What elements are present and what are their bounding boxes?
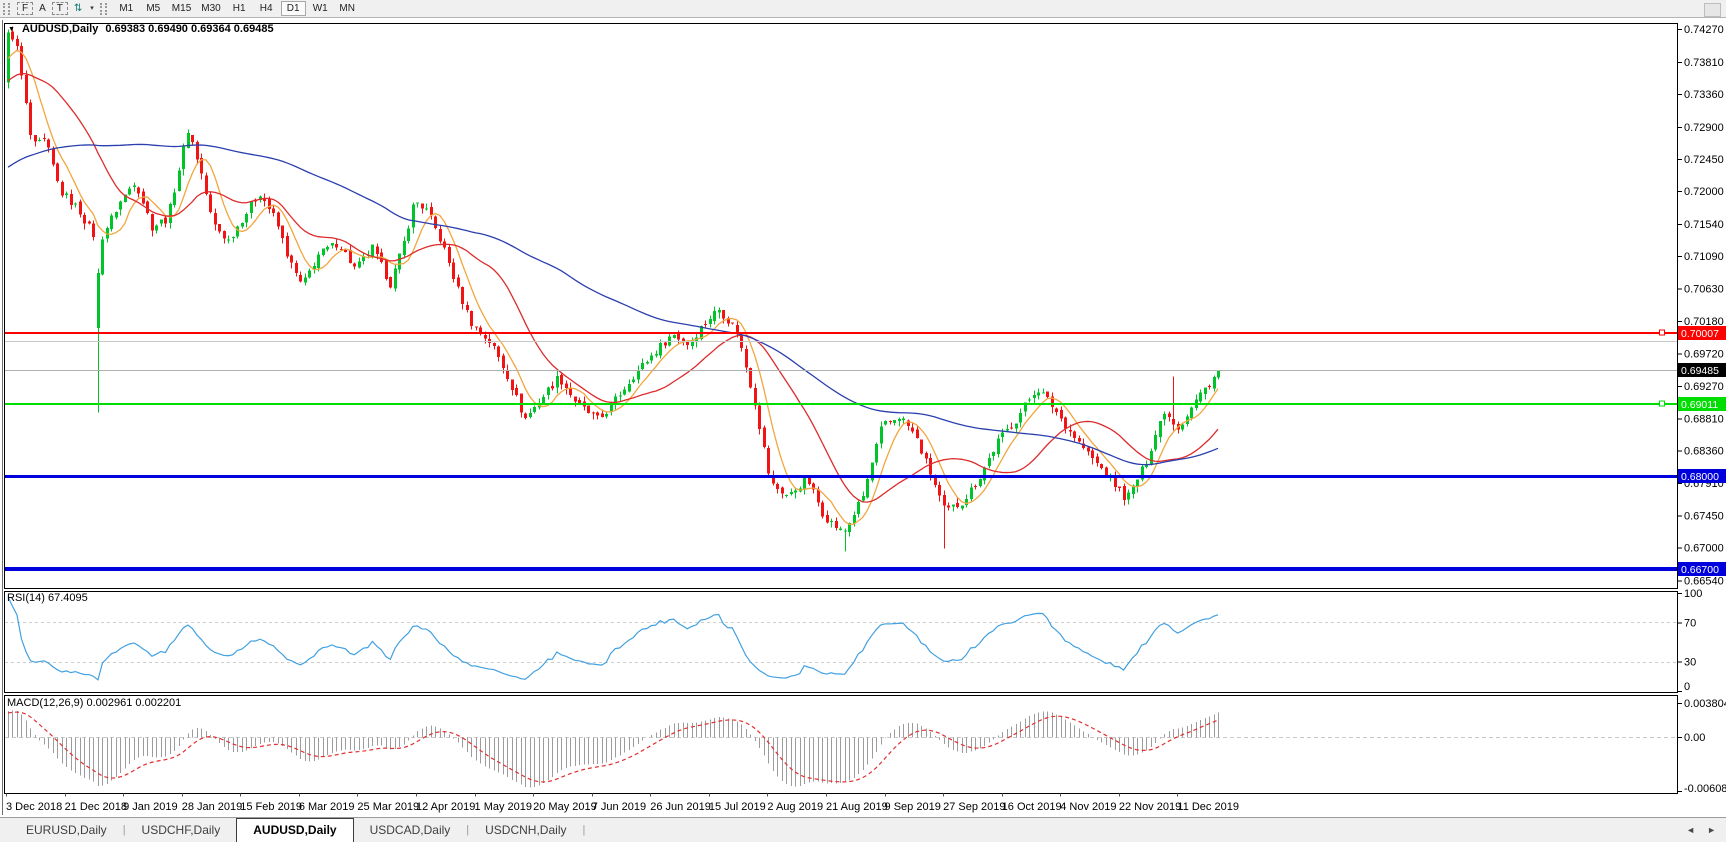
tab-usdcnh-daily[interactable]: USDCNH,Daily (469, 818, 582, 842)
chart-canvas[interactable]: 0.74270 0.73810 0.73360 0.72900 0.72450 0.720… (0, 0, 1726, 842)
tab-nav: ◄ ► (1686, 825, 1726, 835)
svg-text:21 Aug 2019: 21 Aug 2019 (826, 801, 888, 813)
tab-audusd-daily[interactable]: AUDUSD,Daily (236, 818, 353, 842)
svg-text:0.74270: 0.74270 (1684, 24, 1724, 36)
tab-separator: | (582, 824, 585, 836)
svg-text:0.66700: 0.66700 (1681, 564, 1719, 576)
svg-text:30: 30 (1684, 657, 1696, 669)
moving-averages (8, 50, 1218, 524)
symbol-tabbar: EURUSD,Daily | USDCHF,Daily AUDUSD,Daily… (0, 817, 1726, 842)
svg-text:15 Feb 2019: 15 Feb 2019 (240, 801, 302, 813)
svg-text:4 Nov 2019: 4 Nov 2019 (1060, 801, 1116, 813)
axes-labels: 0.74270 0.73810 0.73360 0.72900 0.72450 0.720… (6, 24, 1726, 813)
dropdown-caret-icon[interactable]: ▾ (88, 2, 96, 16)
top-toolbar: F A T ⇅ ▾ M1 M5 M15 M30 H1 H4 D1 W1 MN (0, 0, 1726, 18)
timeframe-d1-button[interactable]: D1 (281, 1, 306, 16)
mt4-window: F A T ⇅ ▾ M1 M5 M15 M30 H1 H4 D1 W1 MN 0… (0, 0, 1726, 842)
svg-text:0.69011: 0.69011 (1681, 399, 1718, 411)
chart-symbol-period: AUDUSD,Daily (22, 23, 98, 35)
svg-text:0.70007: 0.70007 (1681, 328, 1719, 340)
svg-text:9 Jan 2019: 9 Jan 2019 (123, 801, 177, 813)
horizontal-lines[interactable] (5, 330, 1677, 569)
svg-text:0: 0 (1684, 681, 1690, 693)
chart-title: ▼ AUDUSD,Daily 0.69383 0.69490 0.69364 0… (8, 23, 274, 35)
svg-text:0.67000: 0.67000 (1684, 543, 1724, 555)
svg-text:0.68810: 0.68810 (1684, 414, 1724, 426)
indicator-arrows-icon[interactable]: ⇅ (70, 2, 86, 16)
svg-text:7 Jun 2019: 7 Jun 2019 (592, 801, 646, 813)
svg-text:6 Mar 2019: 6 Mar 2019 (299, 801, 355, 813)
level-gridlines (5, 623, 1677, 738)
text-tool-t-icon[interactable]: T (52, 2, 68, 15)
svg-text:0.72900: 0.72900 (1684, 122, 1724, 134)
tab-usdcad-daily[interactable]: USDCAD,Daily (354, 818, 467, 842)
svg-text:27 Sep 2019: 27 Sep 2019 (943, 801, 1005, 813)
svg-text:20 May 2019: 20 May 2019 (533, 801, 597, 813)
svg-text:0.00: 0.00 (1684, 732, 1705, 744)
svg-text:0.70630: 0.70630 (1684, 284, 1724, 296)
chart-ohlc-values: 0.69383 0.69490 0.69364 0.69485 (105, 23, 273, 35)
svg-text:12 Apr 2019: 12 Apr 2019 (416, 801, 475, 813)
svg-text:0.69270: 0.69270 (1684, 381, 1724, 393)
text-label-a-icon[interactable]: A (35, 2, 50, 16)
svg-text:0.69485: 0.69485 (1681, 365, 1719, 377)
svg-text:0.72450: 0.72450 (1684, 154, 1724, 166)
timeframe-mn-button[interactable]: MN (335, 2, 360, 16)
svg-text:0.67450: 0.67450 (1684, 511, 1724, 523)
svg-text:26 Jun 2019: 26 Jun 2019 (650, 801, 711, 813)
timeframe-h4-button[interactable]: H4 (254, 2, 279, 16)
svg-text:100: 100 (1684, 588, 1702, 600)
svg-text:0.73360: 0.73360 (1684, 89, 1724, 101)
svg-text:0.003804: 0.003804 (1684, 698, 1726, 710)
svg-text:0.68000: 0.68000 (1681, 471, 1719, 483)
collapse-triangle-icon[interactable]: ▼ (8, 26, 15, 33)
svg-text:15 Jul 2019: 15 Jul 2019 (709, 801, 766, 813)
svg-text:21 Dec 2018: 21 Dec 2018 (65, 801, 127, 813)
timeframe-m1-button[interactable]: M1 (114, 2, 139, 16)
timeframe-h1-button[interactable]: H1 (227, 2, 252, 16)
tab-usdchf-daily[interactable]: USDCHF,Daily (126, 818, 237, 842)
svg-text:0.71090: 0.71090 (1684, 251, 1724, 263)
rsi-line (8, 597, 1218, 680)
svg-text:-0.006087: -0.006087 (1684, 783, 1726, 795)
rsi-indicator-label: RSI(14) 67.4095 (7, 592, 88, 604)
macd-indicator-label: MACD(12,26,9) 0.002961 0.002201 (7, 697, 181, 709)
svg-text:25 Mar 2019: 25 Mar 2019 (357, 801, 419, 813)
panel-borders (3, 20, 1678, 815)
svg-text:0.66540: 0.66540 (1684, 576, 1724, 588)
svg-text:0.68360: 0.68360 (1684, 446, 1724, 458)
svg-text:3 Dec 2018: 3 Dec 2018 (6, 801, 62, 813)
svg-text:1 May 2019: 1 May 2019 (475, 801, 532, 813)
chart-frame-icon[interactable]: F (17, 2, 33, 15)
svg-text:11 Dec 2019: 11 Dec 2019 (1177, 801, 1239, 813)
svg-text:9 Sep 2019: 9 Sep 2019 (885, 801, 941, 813)
macd-signal-line (8, 712, 1218, 782)
svg-text:0.71540: 0.71540 (1684, 219, 1724, 231)
svg-text:0.72000: 0.72000 (1684, 186, 1724, 198)
svg-text:22 Nov 2019: 22 Nov 2019 (1119, 801, 1181, 813)
toolbar-overflow-button[interactable] (1704, 3, 1721, 17)
svg-text:2 Aug 2019: 2 Aug 2019 (767, 801, 823, 813)
svg-text:70: 70 (1684, 617, 1696, 629)
tabs-scroll-left-button[interactable]: ◄ (1686, 825, 1695, 835)
macd-histogram (9, 710, 1219, 787)
candlesticks (7, 27, 1220, 552)
svg-text:0.73810: 0.73810 (1684, 57, 1724, 69)
timeframe-w1-button[interactable]: W1 (308, 2, 333, 16)
svg-text:28 Jan 2019: 28 Jan 2019 (182, 801, 243, 813)
timeframe-m30-button[interactable]: M30 (197, 2, 224, 16)
timeframe-m5-button[interactable]: M5 (141, 2, 166, 16)
toolbar-grip[interactable] (3, 3, 10, 15)
timeframe-m15-button[interactable]: M15 (168, 2, 195, 16)
toolbar-grip-2[interactable] (100, 3, 107, 15)
tab-eurusd-daily[interactable]: EURUSD,Daily (10, 818, 123, 842)
tabs-scroll-right-button[interactable]: ► (1707, 825, 1716, 835)
svg-text:0.69720: 0.69720 (1684, 349, 1724, 361)
svg-text:16 Oct 2019: 16 Oct 2019 (1002, 801, 1062, 813)
